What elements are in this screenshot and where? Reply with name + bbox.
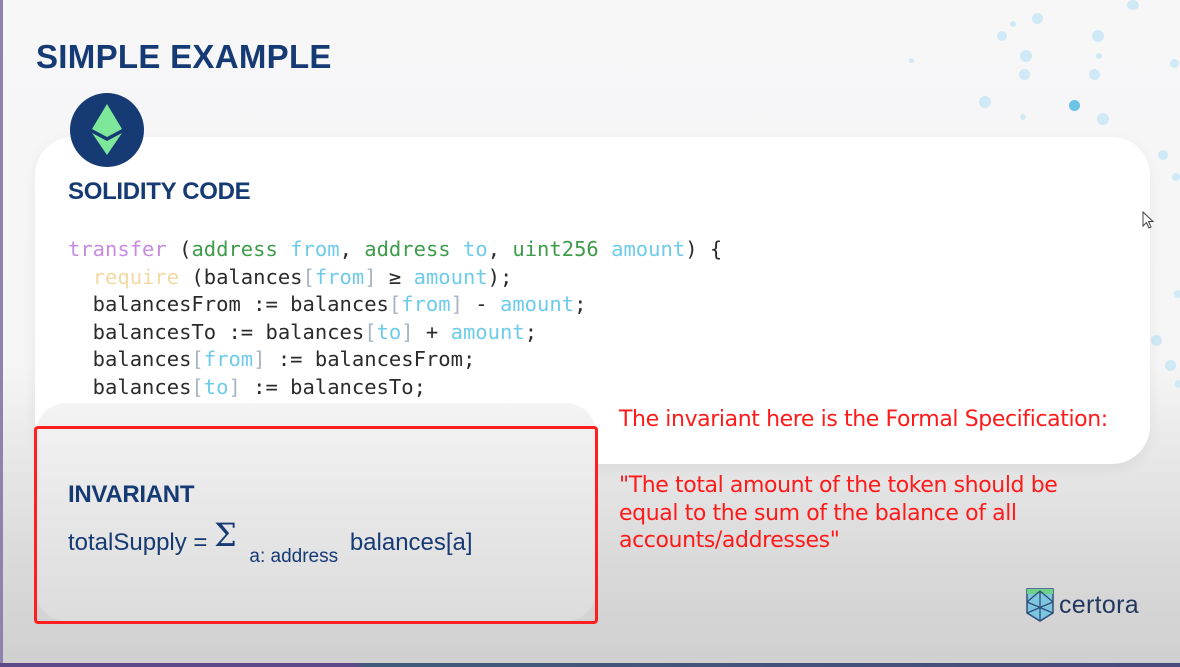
code-token: (balances xyxy=(179,264,303,289)
code-token: ] xyxy=(364,264,377,289)
code-token: [ xyxy=(364,319,377,344)
code-token: := balancesFrom; xyxy=(265,347,476,372)
code-token: ] xyxy=(401,319,414,344)
code-line: balances[to] := balancesTo; xyxy=(68,374,722,402)
code-token: require xyxy=(92,264,180,289)
code-token: to xyxy=(463,237,488,261)
code-token: balancesFrom := balances xyxy=(68,292,389,317)
formula-rhs: balances[a] xyxy=(349,529,473,556)
code-token: address xyxy=(191,237,278,261)
code-token: amount xyxy=(413,264,488,289)
invariant-heading: INVARIANT xyxy=(68,481,195,508)
code-token: [ xyxy=(191,374,204,399)
solidity-code-block: transfer (address from, address to, uint… xyxy=(68,236,722,429)
code-token: amount xyxy=(611,237,686,261)
code-token: balances xyxy=(68,347,192,372)
code-token: amount xyxy=(450,319,525,344)
code-token: + xyxy=(413,319,451,344)
sigma-symbol: Σ xyxy=(214,516,237,554)
certora-shield-icon xyxy=(1026,588,1054,622)
code-token: ; xyxy=(574,292,587,317)
code-token: balances xyxy=(68,374,192,399)
code-token: address xyxy=(364,237,451,261)
code-token: ] xyxy=(228,374,241,399)
formula-lhs: totalSupply = xyxy=(68,529,208,556)
certora-logo: certora xyxy=(1026,588,1139,622)
certora-wordmark: certora xyxy=(1059,590,1139,619)
code-token: ); xyxy=(487,264,513,289)
code-token: ] xyxy=(450,292,463,317)
code-line: transfer (address from, address to, uint… xyxy=(68,236,722,264)
code-token: from xyxy=(401,292,451,317)
annotation-line: The invariant here is the Formal Specifi… xyxy=(619,407,1108,432)
annotation-quote: "The total amount of the token should be… xyxy=(619,472,1058,555)
code-token: - xyxy=(462,292,500,317)
code-token: to xyxy=(376,319,402,344)
code-token: ; xyxy=(524,319,538,344)
code-token: ≥ xyxy=(376,264,414,289)
invariant-formula: totalSupply = Σ a: address balances[a] xyxy=(68,516,473,567)
code-line: balancesFrom := balances[from] - amount; xyxy=(68,291,722,319)
code-token: := balancesTo; xyxy=(240,374,426,399)
annotation-quote-line: equal to the sum of the balance of all xyxy=(619,500,1017,526)
code-token: [ xyxy=(388,292,402,317)
mouse-cursor-icon xyxy=(1142,211,1155,229)
code-line: require (balances[from] ≥ amount); xyxy=(68,264,722,292)
code-token: ] xyxy=(253,347,266,372)
code-token: , xyxy=(339,237,365,261)
code-line: balances[from] := balancesFrom; xyxy=(68,346,722,374)
annotation-quote-line: "The total amount of the token should be xyxy=(619,473,1058,498)
ethereum-icon xyxy=(70,93,144,167)
code-section-heading: SOLIDITY CODE xyxy=(68,178,251,205)
code-token: [ xyxy=(191,347,204,372)
code-line: balancesTo := balances[to] + amount; xyxy=(68,319,722,347)
code-token: from xyxy=(203,347,254,372)
code-token: [ xyxy=(302,264,315,289)
code-token: balancesTo := balances xyxy=(68,319,365,344)
code-token: from xyxy=(290,237,340,261)
code-token: amount xyxy=(500,292,575,317)
code-token: transfer xyxy=(68,237,167,261)
code-token: from xyxy=(314,264,365,289)
slide-title: SIMPLE EXAMPLE xyxy=(36,38,332,75)
annotation-quote-line: accounts/addresses" xyxy=(619,528,840,553)
code-token: ) { xyxy=(685,237,723,261)
code-token: , xyxy=(487,237,513,261)
formula-subscript: a: address xyxy=(249,546,339,567)
code-token: uint256 xyxy=(512,237,599,261)
code-token: to xyxy=(203,374,229,399)
bottom-border xyxy=(0,663,1180,667)
code-token: ( xyxy=(166,237,192,261)
